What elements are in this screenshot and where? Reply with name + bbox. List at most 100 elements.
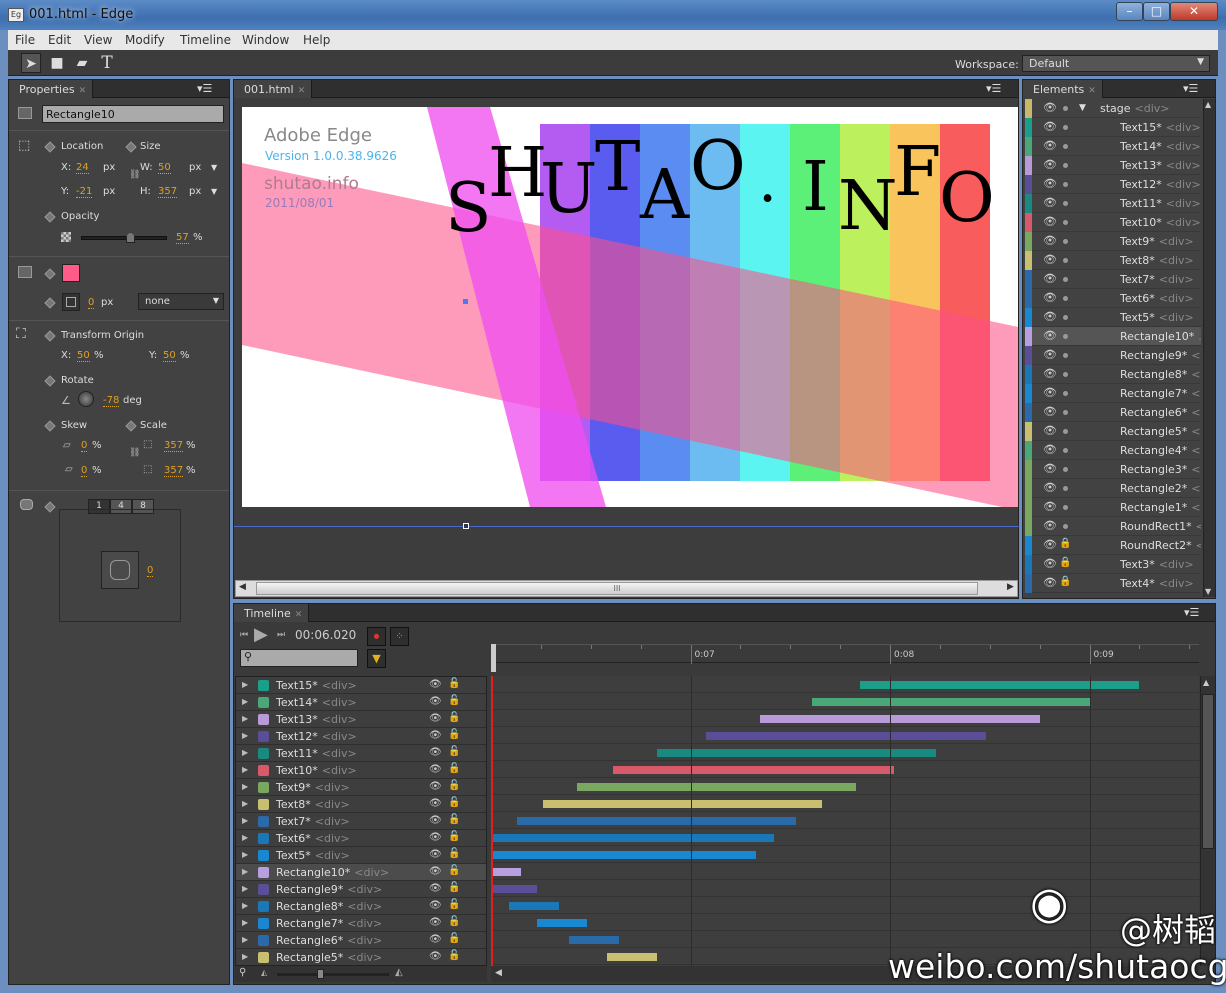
origin-x-value[interactable]: 50 [77, 350, 90, 362]
timeline-bar[interactable] [706, 732, 986, 740]
fill-checkbox[interactable] [18, 266, 32, 278]
link-icon[interactable]: ⛓ [129, 170, 140, 180]
timeline-bar[interactable] [606, 953, 657, 961]
eye-icon[interactable]: 👁 [1043, 367, 1057, 380]
timeline-layer-row[interactable]: ▶ Text12* <div> 👁 🔓 [236, 728, 486, 745]
lock-icon[interactable]: 🔓 [448, 797, 460, 808]
timeline-layer-row[interactable]: ▶ Text13* <div> 👁 🔓 [236, 711, 486, 728]
scroll-left-icon[interactable]: ◀ [495, 968, 502, 978]
lock-dot-icon[interactable] [1063, 372, 1068, 377]
timeline-bar[interactable] [516, 817, 797, 825]
eye-icon[interactable]: 👁 [1043, 481, 1057, 494]
element-row[interactable]: 👁 Rectangle2*<... [1025, 479, 1201, 498]
filter-icon[interactable]: ▼ [367, 649, 386, 668]
eye-icon[interactable]: 👁 [1043, 158, 1057, 171]
expand-arrow-icon[interactable]: ▶ [242, 748, 248, 757]
timeline-layer-row[interactable]: ▶ Text7* <div> 👁 🔓 [236, 813, 486, 830]
element-row[interactable]: 👁 Text11* <div> [1025, 194, 1201, 213]
eye-icon[interactable]: 👁 [1043, 120, 1057, 133]
timeline-layer-row[interactable]: ▶ Text11* <div> 👁 🔓 [236, 745, 486, 762]
lock-dot-icon[interactable] [1063, 505, 1068, 510]
horizontal-scrollbar[interactable]: ◀ III ▶ [235, 580, 1018, 597]
lock-icon[interactable]: 🔓 [448, 729, 460, 740]
lock-dot-icon[interactable] [1063, 182, 1068, 187]
expand-arrow-icon[interactable]: ▶ [242, 918, 248, 927]
lock-icon[interactable]: 🔒 [1059, 538, 1071, 549]
element-row[interactable]: 👁 Text8* <div> [1025, 251, 1201, 270]
eye-icon[interactable]: 👁 [1043, 557, 1057, 570]
lock-dot-icon[interactable] [1063, 125, 1068, 130]
current-time[interactable]: 00:06.020 [295, 628, 356, 642]
fill-color-swatch[interactable] [62, 264, 80, 282]
keyframe-diamond-icon[interactable] [44, 211, 56, 223]
timeline-bar[interactable] [536, 919, 587, 927]
eye-icon[interactable]: 👁 [1043, 139, 1057, 152]
eye-icon[interactable]: 👁 [1043, 462, 1057, 475]
timeline-bar[interactable] [508, 902, 559, 910]
expand-arrow-icon[interactable]: ▶ [242, 816, 248, 825]
keyframe-diamond-icon[interactable] [44, 297, 56, 309]
eye-icon[interactable]: 👁 [1043, 215, 1057, 228]
scale-y-value[interactable]: 357 [164, 465, 184, 477]
element-row[interactable]: 👁 Rectangle1*<... [1025, 498, 1201, 517]
border-color-swatch[interactable] [62, 293, 80, 311]
eye-icon[interactable]: 👁 [429, 832, 442, 843]
lock-dot-icon[interactable] [1063, 258, 1068, 263]
eye-icon[interactable]: 👁 [429, 696, 442, 707]
eye-icon[interactable]: 👁 [429, 815, 442, 826]
timeline-bar[interactable] [491, 868, 521, 876]
timeline-layer-row[interactable]: ▶ Text5* <div> 👁 🔓 [236, 847, 486, 864]
timeline-layer-row[interactable]: ▶ Rectangle10* <div> 👁 🔓 [236, 864, 486, 881]
origin-y-value[interactable]: 50 [163, 350, 176, 362]
eye-icon[interactable]: 👁 [1043, 329, 1057, 342]
lock-icon[interactable]: 🔓 [448, 695, 460, 706]
guide-handle[interactable] [463, 523, 469, 529]
minimize-button[interactable]: – [1116, 2, 1143, 21]
eye-icon[interactable]: 👁 [429, 679, 442, 690]
timeline-layer-row[interactable]: ▶ Text15* <div> 👁 🔓 [236, 677, 486, 694]
menu-timeline[interactable]: Timeline [180, 33, 231, 47]
lock-dot-icon[interactable] [1063, 353, 1068, 358]
elements-scrollbar[interactable]: ▲ ▼ [1203, 99, 1215, 597]
eye-icon[interactable]: 👁 [429, 747, 442, 758]
eye-icon[interactable]: 👁 [429, 917, 442, 928]
element-row[interactable]: 👁 Rectangle5*<... [1025, 422, 1201, 441]
lock-dot-icon[interactable] [1063, 315, 1068, 320]
eye-icon[interactable]: 👁 [1043, 405, 1057, 418]
element-row[interactable]: 👁 Text13* <div> [1025, 156, 1201, 175]
timeline-bar[interactable] [492, 834, 775, 842]
eye-icon[interactable]: 👁 [1043, 386, 1057, 399]
keyframe-diamond-icon[interactable] [44, 330, 56, 342]
zoom-slider[interactable] [277, 969, 389, 979]
expand-arrow-icon[interactable]: ▶ [242, 697, 248, 706]
timeline-search-input[interactable]: ⚲ [240, 649, 358, 667]
element-row[interactable]: 👁 RoundRect1*<... [1025, 517, 1201, 536]
lock-dot-icon[interactable] [1063, 448, 1068, 453]
lock-dot-icon[interactable] [1063, 277, 1068, 282]
close-button[interactable]: ✕ [1170, 2, 1218, 21]
skew-x-value[interactable]: 0 [81, 440, 88, 452]
lock-dot-icon[interactable] [1063, 239, 1068, 244]
expand-arrow-icon[interactable]: ▶ [242, 901, 248, 910]
element-row[interactable]: 👁 Rectangle9*<... [1025, 346, 1201, 365]
element-row[interactable]: 👁 Rectangle8*<... [1025, 365, 1201, 384]
chevron-down-icon[interactable]: ▼ [211, 163, 217, 172]
playhead-handle[interactable] [491, 644, 496, 672]
eye-icon[interactable]: 👁 [429, 764, 442, 775]
element-row[interactable]: 👁 Text5* <div> [1025, 308, 1201, 327]
element-row[interactable]: 👁 Text6* <div> [1025, 289, 1201, 308]
lock-icon[interactable]: 🔒 [1059, 557, 1071, 568]
element-row[interactable]: 👁 Rectangle3*<... [1025, 460, 1201, 479]
lock-icon[interactable]: 🔓 [448, 899, 460, 910]
timeline-layer-row[interactable]: ▶ Text6* <div> 👁 🔓 [236, 830, 486, 847]
eye-icon[interactable]: 👁 [1043, 424, 1057, 437]
expand-arrow-icon[interactable]: ▶ [242, 765, 248, 774]
lock-icon[interactable]: 🔓 [448, 780, 460, 791]
transition-icon[interactable]: ⁘ [390, 627, 409, 646]
expand-arrow-icon[interactable]: ▼ [1079, 103, 1086, 113]
maximize-button[interactable]: □ [1143, 2, 1170, 21]
expand-arrow-icon[interactable]: ▶ [242, 867, 248, 876]
panel-menu-icon[interactable]: ▾☰ [1183, 82, 1198, 95]
keyframe-diamond-icon[interactable] [44, 375, 56, 387]
element-row[interactable]: 👁 Rectangle7*<... [1025, 384, 1201, 403]
